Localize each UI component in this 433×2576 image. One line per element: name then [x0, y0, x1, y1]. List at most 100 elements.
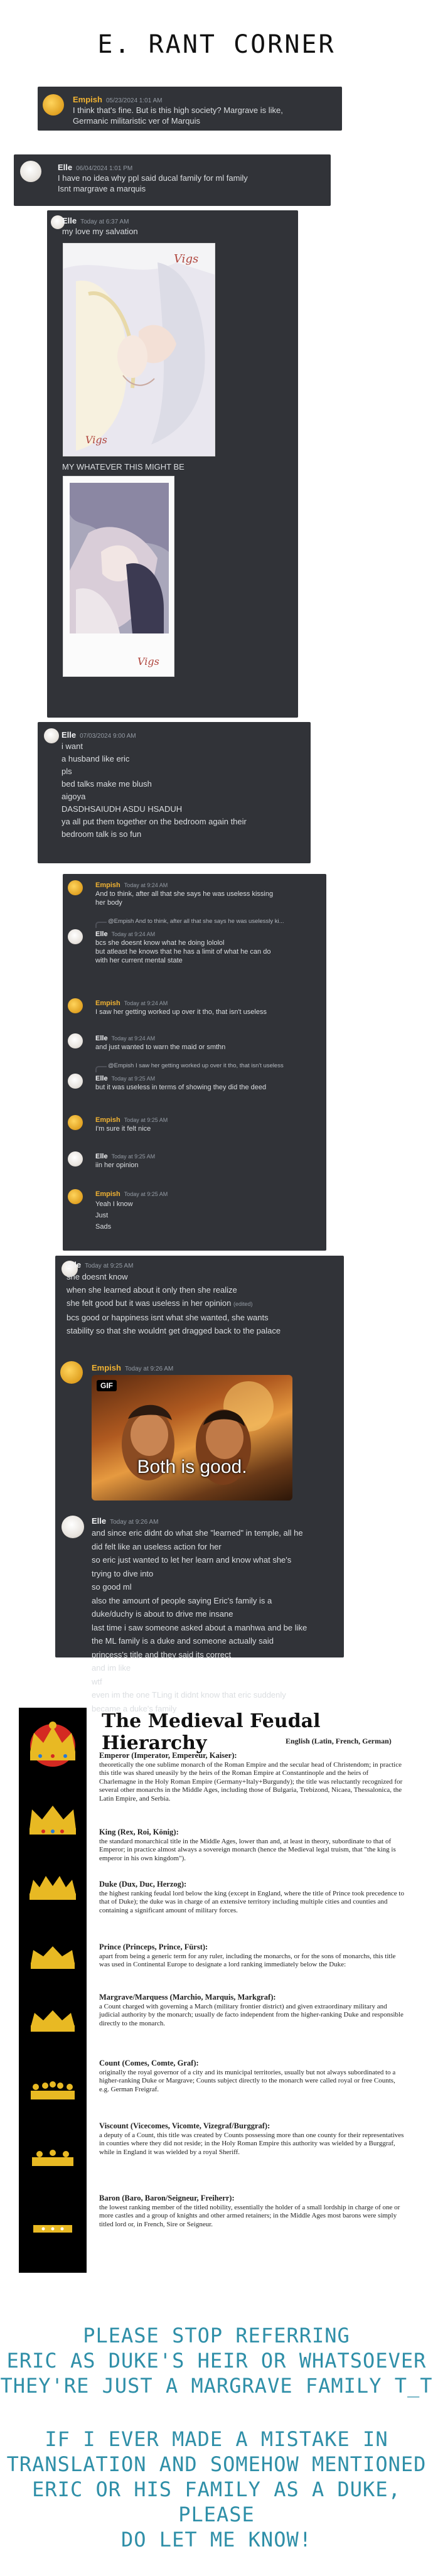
chat-message: Elle 06/04/2024 1:01 PM I have no idea wh…: [58, 161, 248, 194]
hierarchy-infographic: The Medieval Feudal Hierarchy English (L…: [19, 1708, 408, 2273]
empish-avatar[interactable]: [68, 1189, 83, 1204]
message-line: wtf: [92, 1676, 102, 1686]
gif-embed[interactable]: GIF Both is good.: [92, 1375, 292, 1501]
timestamp: Today at 9:25 AM: [124, 1191, 168, 1197]
username[interactable]: Elle: [58, 163, 72, 172]
message-line: trying to dive into: [92, 1568, 154, 1578]
crown-icon: [30, 1722, 75, 1767]
note-line: THEY'RE JUST A MARGRAVE FAMILY T_T: [0, 2374, 433, 2398]
username[interactable]: Empish: [95, 1116, 120, 1124]
timestamp: Today at 9:24 AM: [124, 1000, 168, 1006]
empish-avatar[interactable]: [68, 1115, 83, 1130]
rank-entry-baron: Baron (Baro, Baron/Seigneur, Freiherr): t…: [99, 2194, 405, 2229]
elle-avatar[interactable]: [68, 929, 83, 944]
message-line: I think that's fine. But is this high so…: [73, 105, 283, 115]
chat-message: Empish Today at 9:24 AM And to think, aft…: [95, 878, 273, 907]
message-line: duke/duchy is about to drive me insane: [92, 1609, 233, 1619]
rank-name: Emperor (Imperator, Empereur, Kaiser):: [99, 1751, 237, 1760]
empish-avatar[interactable]: [68, 998, 83, 1013]
manhwa-panel-image[interactable]: Vigs: [63, 476, 174, 677]
elle-avatar[interactable]: [68, 1033, 83, 1048]
timestamp: Today at 9:25 AM: [85, 1263, 134, 1269]
rank-description: originally the royal governor of a city …: [99, 2068, 396, 2093]
rank-entry-count: Count (Comes, Comte, Graf): originally th…: [99, 2059, 405, 2094]
elle-avatar[interactable]: [44, 728, 59, 743]
timestamp: 07/03/2024 9:00 AM: [80, 733, 136, 740]
message-line: and since eric didnt do what she "learne…: [92, 1528, 303, 1538]
chat-card-6: Elle Today at 9:25 AM she doesnt know whe…: [55, 1256, 344, 1713]
translator-note-2: IF I EVER MADE A MISTAKE IN TRANSLATION …: [0, 2427, 433, 2552]
elle-avatar[interactable]: [61, 1516, 84, 1538]
chat-card-5: Empish Today at 9:24 AM And to think, aft…: [63, 874, 326, 1251]
manhwa-panel-image[interactable]: Vigs Vigs: [63, 243, 215, 456]
message-line: she felt good but it was useless in her …: [67, 1296, 281, 1311]
embrace-illustration: Vigs: [63, 477, 174, 676]
rank-name: Duke (Dux, Duc, Herzog):: [99, 1880, 187, 1889]
elle-avatar[interactable]: [68, 1151, 83, 1167]
message-text: she felt good but it was useless in her …: [67, 1298, 232, 1308]
username[interactable]: Elle: [95, 1075, 108, 1082]
username[interactable]: Elle: [62, 216, 77, 225]
username[interactable]: Elle: [95, 1153, 108, 1160]
elle-avatar[interactable]: [20, 161, 41, 182]
message-line: Isnt margrave a marquis: [58, 184, 146, 193]
message-line: also the amount of people saying Eric's …: [92, 1595, 272, 1605]
gif-badge: GIF: [97, 1380, 117, 1391]
username[interactable]: Elle: [95, 930, 108, 938]
kiss-illustration: Vigs Vigs: [63, 244, 215, 456]
username[interactable]: Elle: [92, 1516, 106, 1526]
username[interactable]: Empish: [95, 1000, 120, 1007]
empish-avatar[interactable]: [60, 1361, 83, 1384]
rank-name: Margrave/Marquess (Marchio, Marquis, Mar…: [99, 1993, 276, 2002]
username[interactable]: Empish: [95, 1190, 120, 1198]
message-line: did felt like an useless action for her: [92, 1541, 222, 1551]
username[interactable]: Elle: [61, 730, 76, 740]
message-line: and im like: [92, 1663, 131, 1673]
rank-name: King (Rex, Roi, König):: [99, 1828, 179, 1836]
message-line: princess's title and they said its corre…: [92, 1649, 232, 1659]
username[interactable]: Empish: [92, 1363, 121, 1372]
elle-avatar[interactable]: [68, 1074, 83, 1089]
timestamp: Today at 9:24 AM: [124, 882, 168, 888]
message-line: a husband like eric: [61, 754, 130, 763]
timestamp: Today at 6:37 AM: [80, 218, 129, 225]
message-line: I'm sure it felt nice: [95, 1125, 151, 1133]
rank-description: a deputy of a Count, this title was crea…: [99, 2131, 404, 2156]
crown-icon: [29, 1876, 76, 1900]
rank-name: Baron (Baro, Baron/Seigneur, Freiherr):: [99, 2194, 235, 2202]
timestamp: Today at 9:24 AM: [111, 1035, 156, 1042]
username[interactable]: Empish: [95, 881, 120, 889]
note-line: IF I EVER MADE A MISTAKE IN: [45, 2427, 388, 2451]
username[interactable]: Empish: [73, 95, 102, 104]
crown-icon: [31, 2010, 75, 2032]
note-line: ERIC AS DUKE'S HEIR OR WHATSOEVER: [6, 2349, 427, 2373]
rank-description: apart from being a generic term for any …: [99, 1952, 396, 1969]
timestamp: Today at 9:26 AM: [110, 1519, 159, 1526]
message-line: MY WHATEVER THIS MIGHT BE: [62, 462, 184, 472]
gif-caption: Both is good.: [137, 1457, 247, 1477]
rank-description: theoretically the one sublime monarch of…: [99, 1760, 403, 1803]
chat-message: Elle Today at 9:25 AM but it was useless …: [95, 1071, 266, 1092]
message-line: pls: [61, 767, 72, 776]
rank-entry-margrave: Margrave/Marquess (Marchio, Marquis, Mar…: [99, 1993, 405, 2028]
message-line: Sads: [95, 1223, 112, 1231]
reply-preview[interactable]: @Empish I saw her getting worked up over…: [95, 1062, 284, 1072]
message-line: so good ml: [92, 1582, 132, 1592]
empish-avatar[interactable]: [68, 880, 83, 895]
message-line: aigoya: [61, 792, 86, 801]
rank-entry-viscount: Viscount (Vicecomes, Vicomte, Vizegraf/B…: [99, 2121, 405, 2157]
chat-message: Elle Today at 9:25 AM iin her opinion: [95, 1149, 155, 1170]
message-line: I saw her getting worked up over it tho,…: [95, 1008, 267, 1016]
chat-message: Empish 05/23/2024 1:01 AM I think that's …: [73, 93, 283, 126]
timestamp: Today at 9:26 AM: [124, 1366, 174, 1372]
chat-message: Elle Today at 9:24 AM and just wanted to …: [95, 1031, 225, 1052]
empish-avatar[interactable]: [43, 94, 64, 116]
username[interactable]: Elle: [95, 1035, 108, 1042]
chat-message: Empish Today at 9:24 AM I saw her getting…: [95, 996, 267, 1016]
note-line: TRANSLATION AND SOMEHOW MENTIONED: [6, 2452, 427, 2476]
username[interactable]: Elle: [67, 1260, 81, 1269]
timestamp: Today at 9:25 AM: [111, 1075, 156, 1082]
chat-card-4: Elle 07/03/2024 9:00 AM i want a husband …: [38, 722, 311, 863]
reply-preview[interactable]: @Empish And to think, after all that she…: [95, 918, 284, 928]
artist-signature: Vigs: [85, 434, 107, 446]
